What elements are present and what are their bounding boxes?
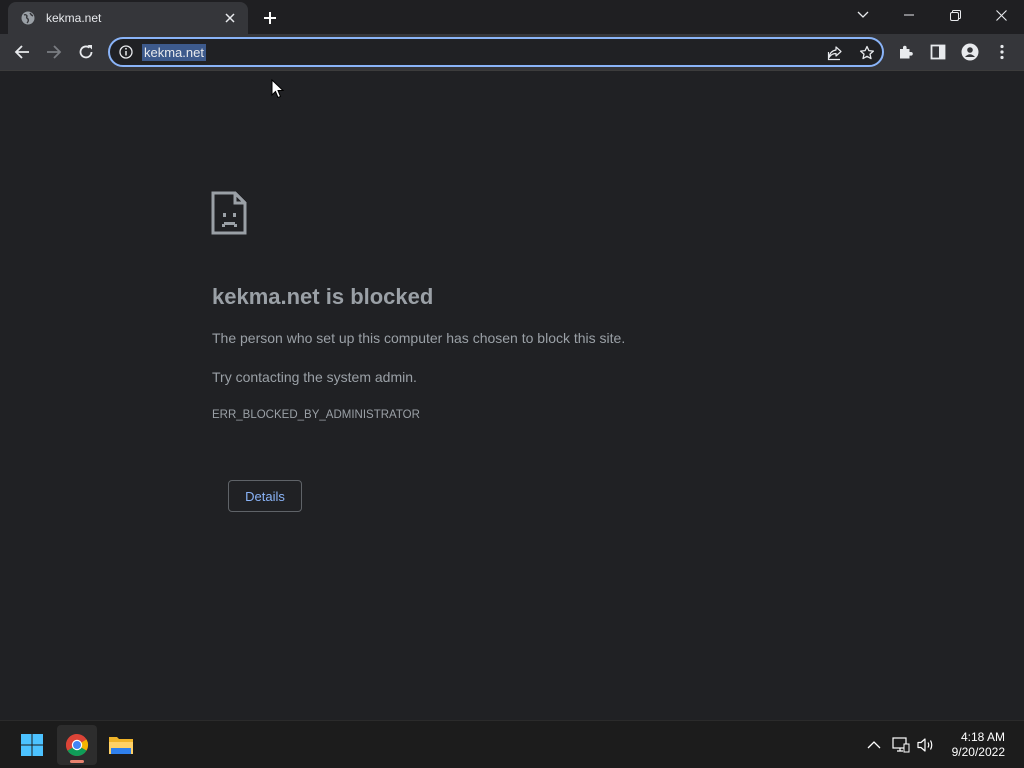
extensions-button[interactable] <box>892 38 920 66</box>
mouse-cursor-icon <box>271 78 285 99</box>
side-panel-icon <box>930 44 946 60</box>
error-description: The person who set up this computer has … <box>212 330 626 346</box>
forward-arrow-icon <box>47 45 62 59</box>
new-tab-button[interactable] <box>258 7 282 29</box>
clock-date: 9/20/2022 <box>951 745 1005 759</box>
site-info-icon[interactable] <box>118 44 134 60</box>
share-icon[interactable] <box>826 44 844 62</box>
tab-search-button[interactable] <box>840 0 886 30</box>
close-tab-icon[interactable] <box>222 10 238 26</box>
system-clock[interactable]: 4:18 AM 9/20/2022 <box>952 730 1005 760</box>
page-title: kekma.net is blocked <box>212 284 434 309</box>
volume-icon[interactable] <box>916 735 936 755</box>
active-app-indicator <box>70 760 84 763</box>
network-icon[interactable] <box>891 735 911 755</box>
profile-icon <box>961 43 979 61</box>
side-panel-button[interactable] <box>924 38 952 66</box>
tab-strip: kekma.net <box>0 0 1024 34</box>
restore-icon <box>949 9 961 21</box>
more-vert-icon <box>1000 44 1004 60</box>
address-bar[interactable]: kekma.net <box>108 37 884 67</box>
show-hidden-icons-chevron-icon[interactable] <box>864 735 884 755</box>
back-arrow-icon <box>14 45 29 59</box>
browser-toolbar: kekma.net <box>0 34 1024 71</box>
puzzle-icon <box>900 45 913 59</box>
blocked-page-icon <box>211 191 247 235</box>
reload-button[interactable] <box>72 38 100 66</box>
page-content: kekma.net is blocked The person who set … <box>0 72 1024 720</box>
tab-title: kekma.net <box>46 11 102 25</box>
url-text[interactable]: kekma.net <box>142 44 206 61</box>
close-icon <box>995 9 1007 21</box>
browser-tab[interactable]: kekma.net <box>8 2 248 34</box>
back-button[interactable] <box>8 38 36 66</box>
chevron-down-icon <box>857 11 869 18</box>
profile-button[interactable] <box>956 38 984 66</box>
details-button[interactable]: Details <box>228 480 302 512</box>
windows-logo-icon <box>21 734 43 756</box>
error-code: ERR_BLOCKED_BY_ADMINISTRATOR <box>212 409 420 421</box>
taskbar-file-explorer[interactable] <box>101 725 141 765</box>
menu-button[interactable] <box>988 38 1016 66</box>
minimize-button[interactable] <box>886 0 932 30</box>
plus-icon <box>264 12 276 24</box>
minimize-icon <box>904 14 914 16</box>
error-hint: Try contacting the system admin. <box>212 369 417 385</box>
clock-time: 4:18 AM <box>960 730 1005 744</box>
restore-button[interactable] <box>932 0 978 30</box>
reload-icon <box>79 45 93 59</box>
bookmark-star-icon[interactable] <box>858 44 876 62</box>
close-window-button[interactable] <box>978 0 1024 30</box>
folder-icon <box>109 737 133 754</box>
chrome-icon <box>66 734 88 756</box>
globe-icon <box>20 10 36 26</box>
taskbar-chrome[interactable] <box>57 725 97 765</box>
forward-button[interactable] <box>40 38 68 66</box>
start-button[interactable] <box>12 725 52 765</box>
taskbar: 4:18 AM 9/20/2022 <box>0 720 1024 768</box>
